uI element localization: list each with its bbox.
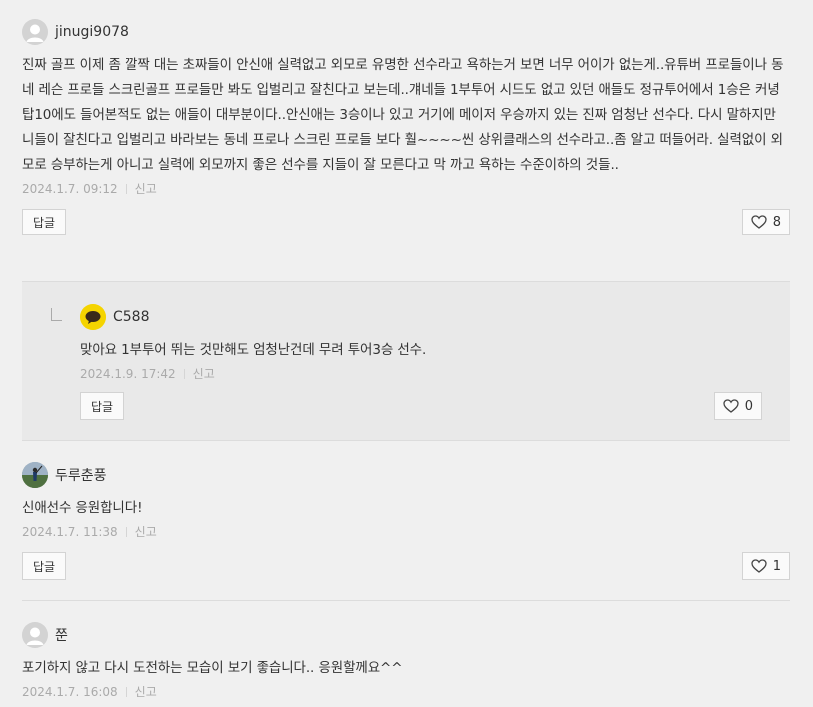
like-count: 0: [744, 398, 753, 414]
reply-date: 2024.1.9. 17:42: [80, 366, 176, 381]
comment-text: 진짜 골프 이제 좀 깔짝 대는 초짜들이 안신애 실력없고 외모로 유명한 선…: [22, 57, 784, 173]
comment-header: 쭌: [22, 622, 790, 648]
reply-thread: C588 맞아요 1부투어 뛰는 것만해도 엄청난건데 무려 투어3승 선수. …: [22, 281, 790, 441]
reply-header: C588: [80, 304, 762, 330]
comment-date: 2024.1.7. 11:38: [22, 524, 118, 539]
report-link[interactable]: 신고: [135, 523, 157, 540]
comment-actions: 답글 8: [22, 209, 790, 235]
reply-button[interactable]: 답글: [22, 209, 67, 235]
reply-button[interactable]: 답글: [22, 552, 67, 580]
nickname[interactable]: C588: [113, 309, 150, 325]
reply-meta: 2024.1.9. 17:42 신고: [80, 365, 762, 382]
comment-item: 쭌 포기하지 않고 다시 도전하는 모습이 보기 좋습니다.. 응원할께요^^ …: [22, 622, 790, 700]
reply-actions: 답글 0: [80, 392, 762, 420]
nickname[interactable]: 두루춘풍: [55, 465, 107, 485]
report-link[interactable]: 신고: [135, 180, 157, 197]
report-link[interactable]: 신고: [193, 365, 215, 382]
comment-date: 2024.1.7. 16:08: [22, 684, 118, 699]
like-count: 8: [772, 214, 781, 230]
default-avatar-icon[interactable]: [22, 19, 48, 45]
comment-item: jinugi9078 진짜 골프 이제 좀 깔짝 대는 초짜들이 안신애 실력없…: [22, 19, 790, 235]
profile-photo[interactable]: [22, 462, 48, 488]
comment-divider: [22, 440, 790, 441]
reply-arrow-icon: [51, 308, 62, 321]
meta-divider: [125, 686, 127, 697]
comment-actions: 답글 1: [22, 552, 790, 580]
reply-button[interactable]: 답글: [80, 392, 125, 420]
nickname[interactable]: jinugi9078: [55, 24, 129, 40]
like-button[interactable]: 0: [713, 392, 762, 420]
meta-divider: [125, 526, 127, 537]
comment-meta: 2024.1.7. 16:08 신고: [22, 683, 790, 700]
heart-icon: [723, 399, 739, 413]
like-button[interactable]: 1: [741, 552, 790, 580]
like-button[interactable]: 8: [741, 209, 790, 235]
reply-item: C588 맞아요 1부투어 뛰는 것만해도 엄청난건데 무려 투어3승 선수. …: [80, 304, 762, 420]
comment-text: 포기하지 않고 다시 도전하는 모습이 보기 좋습니다.. 응원할께요^^: [22, 660, 403, 676]
kakao-talk-icon[interactable]: [80, 304, 106, 330]
nickname[interactable]: 쭌: [55, 625, 68, 645]
meta-divider: [183, 368, 185, 379]
report-link[interactable]: 신고: [135, 683, 157, 700]
comment-meta: 2024.1.7. 09:12 신고: [22, 180, 790, 197]
like-count: 1: [772, 558, 781, 574]
comment-header: 두루춘풍: [22, 462, 790, 488]
comment-list: jinugi9078 진짜 골프 이제 좀 깔짝 대는 초짜들이 안신애 실력없…: [0, 0, 813, 707]
comment-date: 2024.1.7. 09:12: [22, 181, 118, 196]
comment-divider: [22, 600, 790, 601]
heart-icon: [751, 215, 767, 229]
comment-meta: 2024.1.7. 11:38 신고: [22, 523, 790, 540]
heart-icon: [751, 559, 767, 573]
default-avatar-icon[interactable]: [22, 622, 48, 648]
comment-item: 두루춘풍 신애선수 응원합니다! 2024.1.7. 11:38 신고 답글 1: [22, 462, 790, 580]
comment-text: 신애선수 응원합니다!: [22, 500, 143, 516]
meta-divider: [125, 183, 127, 194]
comment-header: jinugi9078: [22, 19, 790, 45]
reply-text: 맞아요 1부투어 뛰는 것만해도 엄청난건데 무려 투어3승 선수.: [80, 342, 427, 358]
